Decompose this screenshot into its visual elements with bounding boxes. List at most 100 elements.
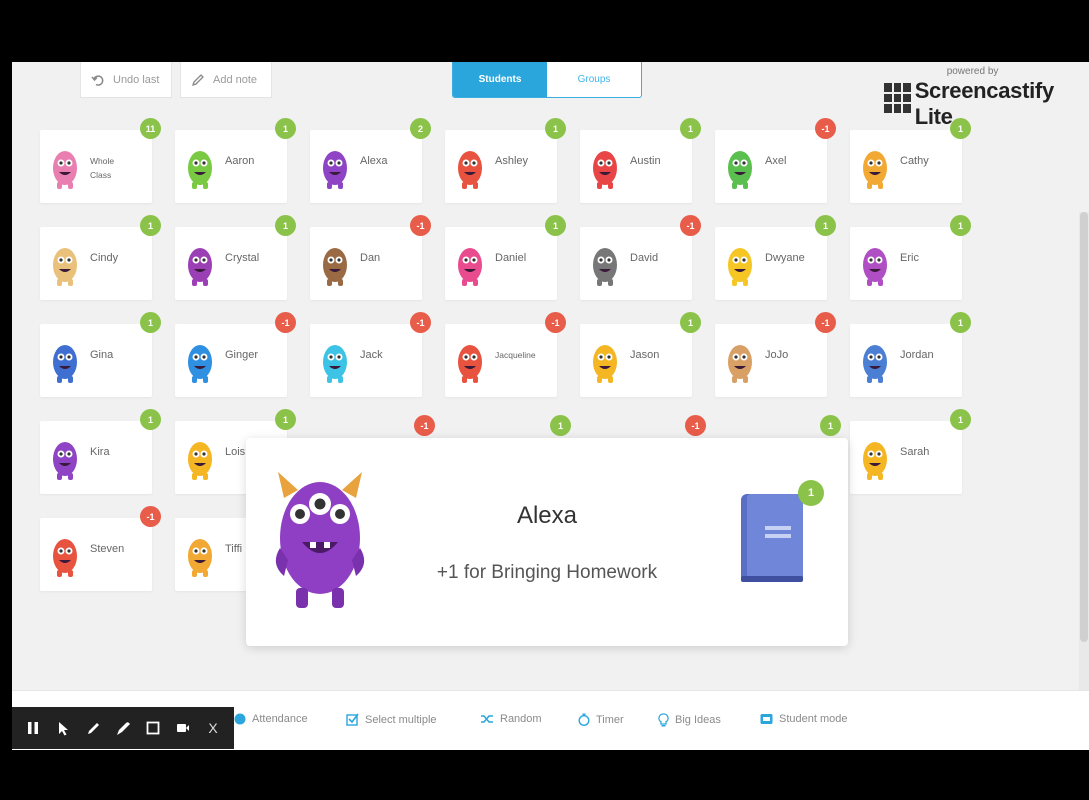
tab-groups[interactable]: Groups — [547, 62, 641, 97]
random-label: Random — [500, 713, 542, 725]
student-card[interactable]: Jordan 1 — [850, 312, 971, 397]
monster-avatar-icon — [53, 248, 77, 286]
student-card[interactable]: Alexa 2 — [310, 118, 431, 203]
screencastify-logo — [884, 83, 911, 113]
points-badge: 1 — [950, 312, 971, 333]
video-frame: Undo last Add note Students Groups power… — [0, 0, 1089, 800]
points-badge: 1 — [545, 118, 566, 139]
student-mode-label: Student mode — [779, 713, 848, 725]
student-card[interactable]: Kira 1 — [40, 409, 161, 494]
monster-avatar-icon — [323, 248, 347, 286]
student-card[interactable]: Whole Class 11 — [40, 118, 161, 203]
monster-avatar-icon — [188, 248, 212, 286]
points-badge: -1 — [815, 312, 836, 333]
monster-avatar-icon — [323, 345, 347, 383]
student-name: Axel — [765, 155, 787, 167]
points-badge: -1 — [545, 312, 566, 333]
student-card[interactable]: Gina 1 — [40, 312, 161, 397]
monster-avatar-icon — [188, 151, 212, 189]
student-mode-button[interactable]: Student mode — [760, 713, 848, 725]
monster-avatar-icon — [593, 345, 617, 383]
student-card[interactable]: Eric 1 — [850, 215, 971, 300]
student-card[interactable]: Ashley 1 — [445, 118, 566, 203]
monster-avatar-icon — [53, 442, 77, 480]
student-name: Ashley — [495, 155, 529, 167]
attendance-label: Attendance — [252, 713, 308, 725]
student-name: Aaron — [225, 155, 255, 167]
add-note-button[interactable]: Add note — [180, 62, 272, 98]
student-card[interactable]: Daniel 1 — [445, 215, 566, 300]
big-ideas-button[interactable]: Big Ideas — [658, 713, 721, 727]
student-card[interactable]: Cindy 1 — [40, 215, 161, 300]
student-card[interactable]: Steven -1 — [40, 506, 161, 591]
hidden-card-badge: -1 — [414, 415, 435, 436]
student-card[interactable]: Sarah 1 — [850, 409, 971, 494]
screencastify-watermark: powered by Screencastify Lite — [884, 66, 1089, 130]
student-card[interactable]: Ginger -1 — [175, 312, 296, 397]
close-icon[interactable]: X — [202, 717, 224, 739]
points-badge: -1 — [410, 215, 431, 236]
points-badge: 1 — [950, 118, 971, 139]
hidden-card-badge: -1 — [685, 415, 706, 436]
marker-icon[interactable] — [112, 717, 134, 739]
monster-avatar-icon — [53, 151, 77, 189]
student-name: Steven — [90, 543, 125, 555]
student-card[interactable]: Cathy 1 — [850, 118, 971, 203]
student-name: Austin — [630, 155, 661, 167]
shuffle-icon — [481, 715, 493, 723]
monster-avatar-icon — [728, 151, 752, 189]
monster-avatar-icon — [863, 442, 887, 480]
student-card[interactable]: Austin 1 — [580, 118, 701, 203]
pen-icon[interactable] — [82, 717, 104, 739]
student-name: Alexa — [360, 155, 388, 167]
select-multiple-label: Select multiple — [365, 713, 437, 726]
points-badge: 1 — [275, 409, 296, 430]
student-name: Kira — [90, 446, 110, 458]
student-card[interactable]: Jacqueline -1 — [445, 312, 566, 397]
monster-avatar-icon — [188, 442, 212, 480]
points-badge: -1 — [815, 118, 836, 139]
student-name: Dan — [360, 252, 381, 264]
student-card[interactable]: Crystal 1 — [175, 215, 296, 300]
student-name: Ginger — [225, 349, 259, 361]
monster-avatar-icon — [458, 151, 482, 189]
student-card[interactable]: Jack -1 — [310, 312, 431, 397]
student-name: Eric — [900, 252, 919, 264]
student-name: Whole Class — [90, 156, 115, 180]
rectangle-icon[interactable] — [142, 717, 164, 739]
student-card[interactable]: Dan -1 — [310, 215, 431, 300]
powered-by-text: powered by — [946, 66, 999, 77]
student-card[interactable]: JoJo -1 — [715, 312, 836, 397]
random-button[interactable]: Random — [480, 713, 542, 725]
attendance-button[interactable]: Attendance — [234, 713, 308, 725]
timer-button[interactable]: Timer — [578, 713, 624, 726]
undo-button[interactable]: Undo last — [80, 62, 172, 98]
student-name: Tiffi — [225, 543, 243, 555]
student-card[interactable]: David -1 — [580, 215, 701, 300]
student-card[interactable]: Axel -1 — [715, 118, 836, 203]
tab-students[interactable]: Students — [453, 62, 547, 97]
scrollbar-thumb[interactable] — [1080, 212, 1088, 642]
student-card[interactable]: Aaron 1 — [175, 118, 296, 203]
points-badge: 1 — [275, 118, 296, 139]
student-name: Jason — [630, 349, 660, 361]
points-badge: 1 — [545, 215, 566, 236]
student-name: Jacqueline — [495, 350, 536, 360]
points-badge: 11 — [140, 118, 161, 139]
points-badge: 2 — [410, 118, 431, 139]
points-badge: 1 — [950, 215, 971, 236]
pause-icon[interactable] — [22, 717, 44, 739]
student-card[interactable]: Jason 1 — [580, 312, 701, 397]
monster-avatar-icon — [188, 539, 212, 577]
select-multiple-button[interactable]: Select multiple — [346, 713, 437, 726]
timer-label: Timer — [596, 713, 624, 726]
brand-name: Screencastify Lite — [914, 78, 1054, 129]
award-popup[interactable]: Alexa +1 for Bringing Homework 1 — [246, 438, 848, 646]
monster-avatar-icon — [863, 151, 887, 189]
camera-icon[interactable] — [172, 717, 194, 739]
monster-avatar-icon — [53, 539, 77, 577]
pointer-icon[interactable] — [52, 717, 74, 739]
monster-avatar-icon — [863, 345, 887, 383]
student-card[interactable]: Dwyane 1 — [715, 215, 836, 300]
add-note-label: Add note — [213, 73, 258, 86]
